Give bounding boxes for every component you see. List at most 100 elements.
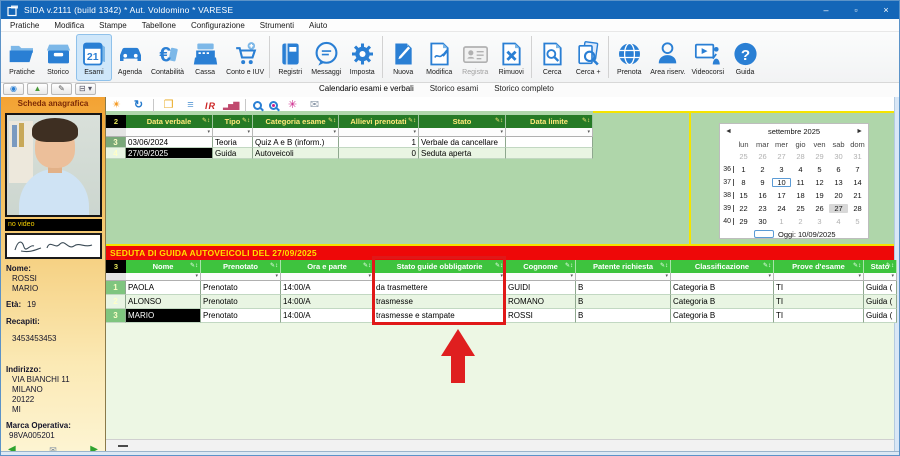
calendar-day[interactable]: 16 xyxy=(753,191,772,200)
sort-filter-icon[interactable]: ✎↕ xyxy=(886,260,894,273)
toolbar-esami-button[interactable]: 21Esami xyxy=(76,34,112,81)
filter-dropdown-prenotato[interactable]: ▾ xyxy=(201,273,281,281)
calendar-day[interactable]: 3 xyxy=(810,217,829,226)
calendar-day[interactable]: 2 xyxy=(791,217,810,226)
calendar-day[interactable]: 29 xyxy=(734,217,753,226)
calendar-day[interactable]: 4 xyxy=(829,217,848,226)
sort-filter-icon[interactable]: ✎↕ xyxy=(408,115,416,128)
toolbar-cerca-button[interactable]: Cerca + xyxy=(570,34,606,81)
cell-allievi-prenotati[interactable]: 1 xyxy=(339,137,419,148)
sort-filter-icon[interactable]: ✎↕ xyxy=(242,115,250,128)
table-row[interactable]: 303/06/2024TeoriaQuiz A e B (inform.)1Ve… xyxy=(106,137,593,148)
list-icon[interactable]: ≡ xyxy=(183,99,198,112)
menu-modifica[interactable]: Modifica xyxy=(48,21,90,30)
cell-data-verbale[interactable]: 27/09/2025 xyxy=(126,148,213,159)
sort-filter-icon[interactable]: ✎↕ xyxy=(328,115,336,128)
calendar-day[interactable]: 3 xyxy=(772,165,791,174)
cell-nome[interactable]: PAOLA xyxy=(126,281,201,295)
cell-data-limite[interactable] xyxy=(506,148,593,159)
sort-filter-icon[interactable]: ✎↕ xyxy=(763,260,771,273)
filter-dropdown-categoria-esame[interactable]: ▾ xyxy=(253,128,339,137)
calendar-day[interactable]: 25 xyxy=(734,152,753,161)
calendar-day[interactable]: 30 xyxy=(753,217,772,226)
column-header-tipo[interactable]: Tipo✎↕ xyxy=(213,115,253,128)
sort-filter-icon[interactable]: ✎↕ xyxy=(363,260,371,273)
filter-dropdown-classificazione[interactable]: ▾ xyxy=(671,273,774,281)
cell-stato[interactable]: Guida ( xyxy=(864,295,897,309)
cell-ora-e-parte[interactable]: 14:00/A xyxy=(281,309,374,323)
column-header-stato[interactable]: Stato✎↕ xyxy=(419,115,506,128)
toolbar-cerca-button[interactable]: Cerca xyxy=(534,34,570,81)
toolbar-contabilit-button[interactable]: €Contabilità xyxy=(148,34,187,81)
calendar-day[interactable]: 30 xyxy=(829,152,848,161)
cell-prenotato[interactable]: Prenotato xyxy=(201,295,281,309)
sort-filter-icon[interactable]: ✎↕ xyxy=(582,115,590,128)
magic-wand-icon[interactable]: ✴ xyxy=(109,99,124,112)
filter-dropdown-allievi-prenotati[interactable]: ▾ xyxy=(339,128,419,137)
tab-storico-esami[interactable]: Storico esami xyxy=(430,84,478,93)
column-header-prenotato[interactable]: Prenotato✎↕ xyxy=(201,260,281,273)
filter-dropdown-prove-d-esame[interactable]: ▾ xyxy=(774,273,864,281)
calendar-day[interactable]: 26 xyxy=(810,204,829,213)
cell-patente-richiesta[interactable]: B xyxy=(576,295,671,309)
calendar-day[interactable]: 29 xyxy=(810,152,829,161)
cell-ora-e-parte[interactable]: 14:00/A xyxy=(281,281,374,295)
calendar-day[interactable]: 2 xyxy=(753,165,772,174)
menu-strumenti[interactable]: Strumenti xyxy=(254,21,300,30)
column-header-stato[interactable]: Stato✎↕ xyxy=(864,260,897,273)
toolbar-videocorsi-button[interactable]: Videocorsi xyxy=(689,34,728,81)
column-header-classificazione[interactable]: Classificazione✎↕ xyxy=(671,260,774,273)
open-folder-icon[interactable]: ❐ xyxy=(161,99,176,112)
column-header-ora-e-parte[interactable]: Ora e parte✎↕ xyxy=(281,260,374,273)
cell-classificazione[interactable]: Categoria B xyxy=(671,281,774,295)
toolbar-area-riserv-button[interactable]: Area riserv. xyxy=(647,34,688,81)
menu-configurazione[interactable]: Configurazione xyxy=(185,21,251,30)
column-header-cognome[interactable]: Cognome✎↕ xyxy=(506,260,576,273)
column-header-data-verbale[interactable]: Data verbale✎↕ xyxy=(126,115,213,128)
calendar-day[interactable]: 28 xyxy=(848,204,867,213)
calendar-day[interactable]: 8 xyxy=(734,178,753,187)
calendar-day[interactable]: 14 xyxy=(848,178,867,187)
cell-prove-d-esame[interactable]: TI xyxy=(774,309,864,323)
close-button[interactable]: × xyxy=(871,1,900,19)
cell-classificazione[interactable]: Categoria B xyxy=(671,309,774,323)
cell-tipo[interactable]: Guida xyxy=(213,148,253,159)
calendar-day[interactable]: 1 xyxy=(734,165,753,174)
cell-ora-e-parte[interactable]: 14:00/A xyxy=(281,295,374,309)
filter-dropdown-patente-richiesta[interactable]: ▾ xyxy=(576,273,671,281)
calendar-day[interactable]: 5 xyxy=(810,165,829,174)
cell-cognome[interactable]: GUIDI xyxy=(506,281,576,295)
menu-aiuto[interactable]: Aiuto xyxy=(303,21,333,30)
toolbar-conto-e-iuv-button[interactable]: Conto e IUV xyxy=(223,34,267,81)
cell-prenotato[interactable]: Prenotato xyxy=(201,281,281,295)
toolbar-guida-button[interactable]: ?Guida xyxy=(727,34,763,81)
cell-categoria-esame[interactable]: Quiz A e B (inform.) xyxy=(253,137,339,148)
sort-filter-icon[interactable]: ✎↕ xyxy=(202,115,210,128)
column-header-allievi-prenotati[interactable]: Allievi prenotati✎↕ xyxy=(339,115,419,128)
photo-button[interactable]: ▲ xyxy=(27,83,48,95)
filter-dropdown-nome[interactable]: ▾ xyxy=(126,273,201,281)
column-header-prove-d-esame[interactable]: Prove d'esame✎↕ xyxy=(774,260,864,273)
menu-stampe[interactable]: Stampe xyxy=(93,21,133,30)
toolbar-pratiche-button[interactable]: Pratiche xyxy=(4,34,40,81)
calendar-next-icon[interactable]: ► xyxy=(856,128,863,135)
menu-tabellone[interactable]: Tabellone xyxy=(136,21,182,30)
filter-dropdown-data-verbale[interactable]: ▾ xyxy=(126,128,213,137)
toolbar-agenda-button[interactable]: Agenda xyxy=(112,34,148,81)
menu-pratiche[interactable]: Pratiche xyxy=(4,21,45,30)
calendar-day[interactable]: 10 xyxy=(772,178,791,187)
calendar-day[interactable]: 11 xyxy=(791,178,810,187)
toolbar-prenota-button[interactable]: Prenota xyxy=(611,34,647,81)
cell-tipo[interactable]: Teoria xyxy=(213,137,253,148)
cell-nome[interactable]: ALONSO xyxy=(126,295,201,309)
cell-stato[interactable]: Verbale da cancellare xyxy=(419,137,506,148)
calendar-day[interactable]: 31 xyxy=(848,152,867,161)
mail-icon[interactable]: ✉ xyxy=(307,99,322,112)
cell-prove-d-esame[interactable]: TI xyxy=(774,295,864,309)
cell-cognome[interactable]: ROSSI xyxy=(506,309,576,323)
cell-stato[interactable]: Guida ( xyxy=(864,281,897,295)
calendar-today-label[interactable]: Oggi: 10/09/2025 xyxy=(778,230,836,239)
search-plus-icon[interactable] xyxy=(269,101,278,110)
cell-prove-d-esame[interactable]: TI xyxy=(774,281,864,295)
calendar-day[interactable]: 23 xyxy=(753,204,772,213)
